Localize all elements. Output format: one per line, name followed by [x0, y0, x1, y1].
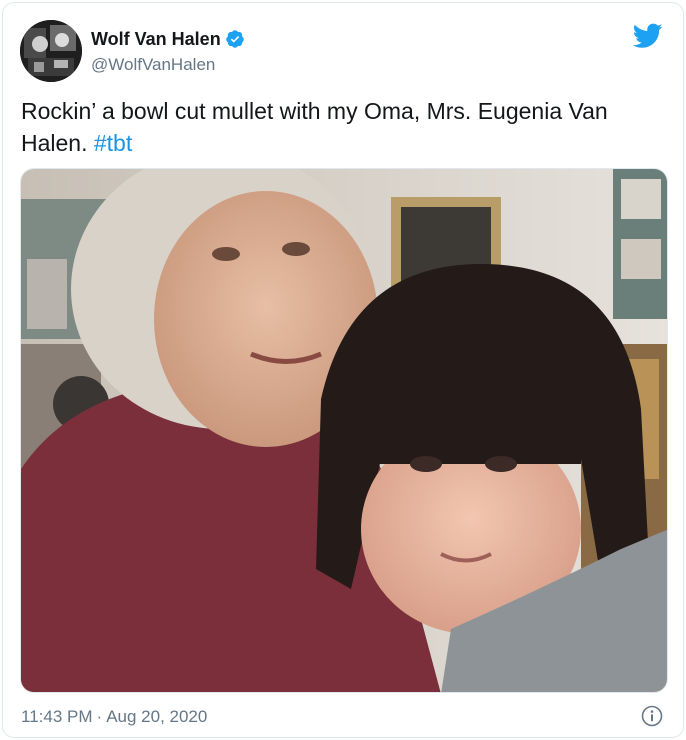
photo-image [21, 169, 667, 692]
info-icon[interactable] [641, 705, 663, 727]
tweet-date[interactable]: Aug 20, 2020 [106, 707, 207, 727]
avatar-image [20, 20, 82, 82]
tweet-time[interactable]: 11:43 PM [21, 707, 93, 727]
tweet-card: Wolf Van Halen @WolfVanHalen Rockin’ a b… [2, 2, 684, 738]
author-name-row: Wolf Van Halen [91, 27, 245, 51]
author-handle[interactable]: @WolfVanHalen [91, 55, 245, 75]
author-block: Wolf Van Halen @WolfVanHalen [91, 27, 245, 75]
tweet-photo[interactable] [20, 168, 668, 693]
tweet-text: Rockin’ a bowl cut mullet with my Oma, M… [21, 95, 661, 159]
footer-separator: · [96, 707, 103, 726]
avatar[interactable] [20, 20, 82, 82]
twitter-bird-icon[interactable] [632, 23, 663, 49]
author-name[interactable]: Wolf Van Halen [91, 29, 221, 50]
verified-badge-icon [225, 29, 245, 49]
hashtag-link[interactable]: #tbt [94, 130, 132, 156]
tweet-footer: 11:43 PM · Aug 20, 2020 [21, 707, 207, 727]
